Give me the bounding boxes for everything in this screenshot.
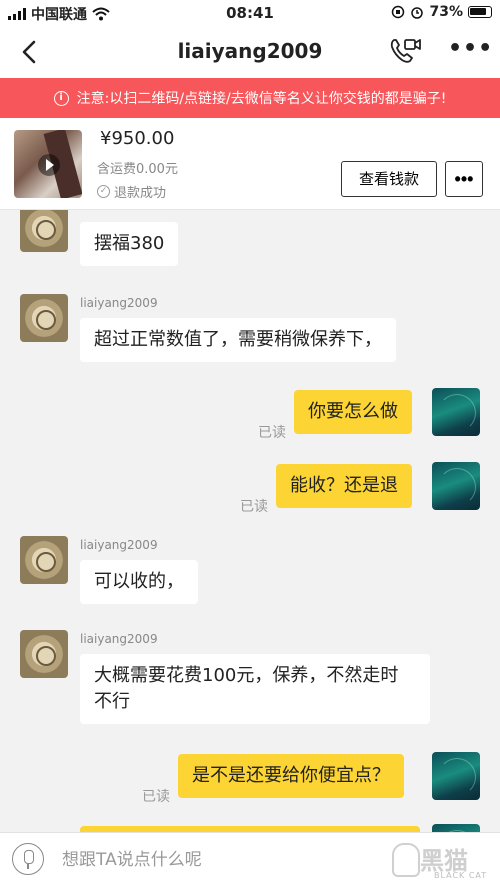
sender-name: liaiyang2009 — [80, 632, 158, 646]
chat-area[interactable]: 摆福380 liaiyang2009 超过正常数值了，需要稍微保养下， 已读 你… — [0, 210, 500, 832]
message-input[interactable] — [62, 845, 392, 875]
seller-avatar[interactable] — [20, 536, 68, 584]
status-right: 73% — [391, 4, 492, 20]
watermark-sub: BLACK CAT — [434, 871, 488, 880]
shipping-fee: 含运费0.00元 — [97, 162, 178, 177]
seller-avatar[interactable] — [20, 630, 68, 678]
battery-icon — [468, 6, 492, 18]
cat-logo-icon — [392, 843, 420, 877]
status-bar: 中国联通 08:41 73% — [0, 0, 500, 26]
alarm-icon — [411, 7, 424, 19]
more-options-button[interactable]: ••• — [448, 38, 492, 66]
read-receipt: 已读 — [240, 499, 268, 515]
message-bubble: 能收？还是退 — [276, 464, 412, 508]
check-circle-icon: ✓ — [97, 185, 110, 198]
product-price: ¥950.00 — [100, 128, 175, 149]
message-bubble: 超过正常数值了，需要稍微保养下， — [80, 318, 396, 362]
info-icon: i — [53, 90, 69, 106]
user-avatar[interactable] — [432, 388, 480, 436]
rotation-lock-icon — [392, 5, 405, 19]
message-bubble: 摆福380 — [80, 222, 179, 266]
nav-bar: liaiyang2009 ••• — [0, 26, 500, 78]
battery-percent: 73% — [429, 4, 463, 20]
video-call-icon[interactable] — [388, 36, 422, 66]
seller-avatar[interactable] — [20, 294, 68, 342]
view-payment-button[interactable]: 查看钱款 — [341, 161, 437, 197]
play-icon[interactable] — [38, 154, 60, 176]
message-bubble: 是不是还要给你便宜点？ — [178, 754, 404, 798]
input-bar: 黑猫 BLACK CAT — [0, 832, 500, 888]
sender-name: liaiyang2009 — [80, 538, 158, 552]
message-bubble: 可以收的， — [80, 560, 198, 604]
read-receipt: 已读 — [142, 789, 170, 805]
watermark-logo: 黑猫 BLACK CAT — [390, 839, 496, 885]
user-avatar[interactable] — [432, 752, 480, 800]
page-title: liaiyang2009 — [177, 39, 323, 63]
product-card: ¥950.00 含运费0.00元 ✓ 退款成功 查看钱款 ••• — [0, 118, 500, 210]
message-bubble: 大概需要花费100元，保养，不然走时不行 — [80, 654, 430, 724]
sender-name: liaiyang2009 — [80, 296, 158, 310]
refund-status-text: 退款成功 — [114, 186, 167, 201]
microphone-icon[interactable] — [12, 843, 44, 875]
warning-text: 注意:以扫二维码/点链接/去微信等名义让你交钱的都是骗子! — [76, 91, 447, 107]
seller-avatar[interactable] — [20, 210, 68, 252]
user-avatar[interactable] — [432, 462, 480, 510]
refund-status: ✓ 退款成功 — [97, 182, 166, 201]
product-thumbnail[interactable] — [14, 130, 82, 198]
product-more-button[interactable]: ••• — [445, 161, 483, 197]
fraud-warning-banner: i 注意:以扫二维码/点链接/去微信等名义让你交钱的都是骗子! — [0, 78, 500, 118]
user-avatar[interactable] — [432, 824, 480, 832]
message-bubble: 你要怎么做 — [294, 390, 412, 434]
read-receipt: 已读 — [258, 425, 286, 441]
